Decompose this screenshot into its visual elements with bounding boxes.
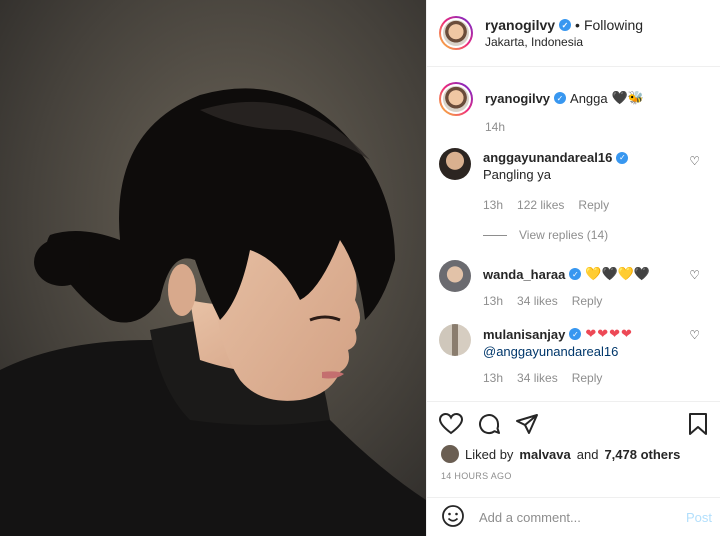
- comment-like-heart-icon[interactable]: ♡: [689, 268, 700, 282]
- following-button[interactable]: Following: [584, 17, 643, 33]
- verified-badge-icon: ✓: [569, 328, 582, 340]
- comment-mention-link[interactable]: @anggayunandareal16: [483, 344, 633, 359]
- comment-like-heart-icon[interactable]: ♡: [689, 328, 700, 342]
- comment-likes[interactable]: 122 likes: [517, 198, 564, 212]
- replies-divider: [483, 234, 507, 236]
- likes-summary: Liked by malvava and 7,478 others: [427, 439, 720, 463]
- comment-username[interactable]: mulanisanjay: [483, 327, 565, 342]
- comment-item: anggayunandareal16 ✓ Pangling ya 13h 122…: [439, 148, 708, 212]
- verified-badge-icon: ✓: [559, 19, 572, 31]
- author-avatar[interactable]: [439, 16, 473, 50]
- likes-count[interactable]: 7,478 others: [604, 447, 680, 462]
- comment-likes[interactable]: 34 likes: [517, 294, 558, 308]
- liked-by-and: and: [576, 446, 599, 462]
- comment-emoji: 💛🖤💛🖤: [585, 266, 651, 281]
- caption-time[interactable]: 14h: [485, 120, 505, 134]
- liker-avatar[interactable]: [441, 445, 459, 463]
- post-header: ryanogilvy ✓ • Following Jakarta, Indone…: [427, 0, 720, 67]
- verified-badge-icon: ✓: [569, 268, 582, 280]
- comment-time[interactable]: 13h: [483, 371, 503, 385]
- comment-time[interactable]: 13h: [483, 294, 503, 308]
- commenter-avatar[interactable]: [439, 148, 471, 180]
- comment-username[interactable]: anggayunandareal16: [483, 150, 612, 165]
- reply-button[interactable]: Reply: [578, 198, 609, 212]
- post-location[interactable]: Jakarta, Indonesia: [485, 35, 643, 49]
- emoji-icon[interactable]: [441, 504, 465, 531]
- comment-input[interactable]: Add a comment...: [479, 510, 686, 525]
- comment-box: Add a comment... Post: [427, 497, 720, 536]
- comment-icon[interactable]: [477, 412, 501, 439]
- caption-avatar[interactable]: [439, 82, 473, 116]
- bookmark-icon[interactable]: [688, 412, 708, 439]
- view-replies-link[interactable]: View replies (14): [519, 228, 608, 242]
- caption-username[interactable]: ryanogilvy: [485, 91, 550, 106]
- author-username[interactable]: ryanogilvy: [485, 17, 555, 33]
- comment-item: mulanisanjay ✓ ❤❤❤❤ @anggayunandareal16 …: [439, 324, 708, 385]
- comment-like-heart-icon[interactable]: ♡: [689, 154, 700, 168]
- liker-username[interactable]: malvava: [519, 447, 570, 462]
- instagram-post: ryanogilvy ✓ • Following Jakarta, Indone…: [0, 0, 720, 536]
- comment-item: wanda_haraa ✓ 💛🖤💛🖤 13h 34 likes Reply ♡: [439, 260, 708, 308]
- verified-badge-icon: ✓: [554, 92, 567, 104]
- caption-text: Angga: [570, 90, 608, 106]
- post-comment-button[interactable]: Post: [686, 510, 712, 525]
- share-icon[interactable]: [515, 413, 539, 438]
- reply-button[interactable]: Reply: [572, 294, 603, 308]
- view-replies[interactable]: View replies (14): [483, 228, 708, 242]
- caption: ryanogilvy ✓ Angga 🖤🐝 14h: [439, 82, 708, 134]
- comment-text: Pangling ya: [483, 167, 551, 182]
- commenter-avatar[interactable]: [439, 260, 471, 292]
- liked-by-prefix: Liked by: [465, 446, 514, 462]
- portrait-image: [0, 0, 426, 536]
- post-actions: Liked by malvava and 7,478 others 14 HOU…: [427, 401, 720, 481]
- commenter-avatar[interactable]: [439, 324, 471, 356]
- comment-username[interactable]: wanda_haraa: [483, 267, 565, 282]
- verified-badge-icon: ✓: [616, 151, 629, 164]
- caption-emoji: 🖤🐝: [611, 90, 644, 105]
- comment-time[interactable]: 13h: [483, 198, 503, 212]
- post-timestamp[interactable]: 14 HOURS AGO: [427, 463, 720, 481]
- post-sidebar: ryanogilvy ✓ • Following Jakarta, Indone…: [426, 0, 720, 536]
- separator-dot: •: [575, 17, 580, 33]
- comment-emoji: ❤❤❤❤: [585, 326, 633, 341]
- post-photo[interactable]: [0, 0, 426, 536]
- heart-icon[interactable]: [438, 412, 464, 438]
- comment-likes[interactable]: 34 likes: [517, 371, 558, 385]
- reply-button[interactable]: Reply: [572, 371, 603, 385]
